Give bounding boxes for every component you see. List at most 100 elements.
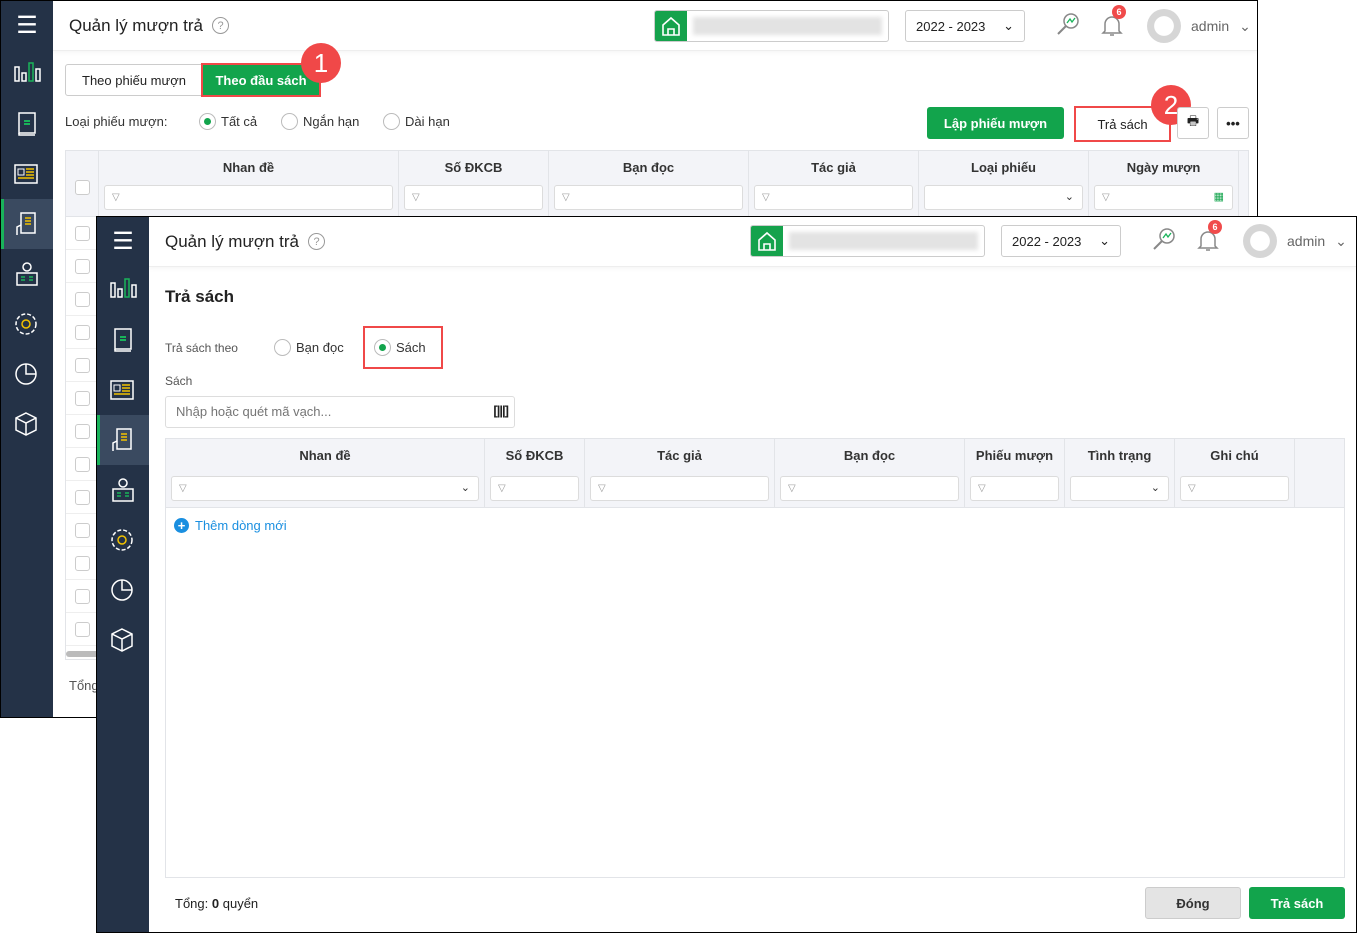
school-selector[interactable] — [750, 225, 985, 257]
filter-input[interactable]: ▽ — [1180, 476, 1289, 501]
calendar-icon[interactable]: ▦ — [1214, 186, 1224, 209]
year-select[interactable]: 2022 - 2023 ⌄ — [905, 10, 1025, 42]
barcode-field[interactable]: [|||] — [165, 396, 515, 428]
row-checkbox[interactable] — [75, 523, 90, 538]
row-checkbox[interactable] — [75, 589, 90, 604]
row-checkbox[interactable] — [75, 424, 90, 439]
return-mode-label: Trả sách theo — [165, 341, 238, 355]
menu-icon[interactable]: ☰ — [97, 217, 149, 265]
chart-icon — [14, 62, 41, 82]
sidebar-item-dashboard[interactable] — [97, 265, 149, 315]
gear-icon — [15, 313, 37, 335]
tab-by-slip[interactable]: Theo phiếu mượn — [65, 64, 203, 96]
add-row-label: Thêm dòng mới — [195, 518, 287, 533]
search-analytics-icon[interactable] — [1152, 227, 1178, 253]
row-checkbox[interactable] — [75, 259, 90, 274]
radio-button[interactable] — [199, 113, 216, 130]
filter-input[interactable]: ▽ — [754, 185, 913, 210]
help-icon[interactable]: ? — [212, 17, 230, 34]
sidebar-item-reports[interactable] — [97, 565, 149, 615]
filter-input[interactable]: ▽ ▦ — [1094, 185, 1233, 210]
radio-button[interactable] — [274, 339, 291, 356]
column-author: Tác giả ▽ — [749, 151, 919, 216]
row-checkbox[interactable] — [75, 358, 90, 373]
filter-select[interactable]: ▽ ⌄ — [171, 476, 479, 501]
row-checkbox[interactable] — [75, 292, 90, 307]
radio-button[interactable] — [374, 339, 391, 356]
column-registration-number: Số ĐKCB ▽ — [399, 151, 549, 216]
menu-icon[interactable]: ☰ — [1, 1, 53, 49]
barcode-input[interactable] — [176, 397, 476, 425]
chevron-down-icon: ⌄ — [460, 482, 470, 494]
row-checkbox[interactable] — [75, 490, 90, 505]
column-title: Nhan đề ▽ — [99, 151, 399, 216]
sidebar-item-readers[interactable] — [1, 249, 53, 299]
year-select[interactable]: 2022 - 2023 ⌄ — [1001, 225, 1121, 257]
barcode-scan-icon[interactable]: [|||] — [493, 403, 509, 418]
sidebar-item-lending[interactable] — [1, 199, 53, 249]
sidebar-item-periodicals[interactable] — [1, 149, 53, 199]
radio-label: Dài hạn — [405, 114, 450, 129]
filter-input[interactable]: ▽ — [490, 476, 579, 501]
sidebar-item-lending[interactable] — [97, 415, 149, 465]
sidebar-item-books[interactable] — [97, 315, 149, 365]
sidebar-item-dashboard[interactable] — [1, 49, 53, 99]
help-icon[interactable]: ? — [308, 233, 326, 250]
radio-by-book[interactable]: Sách — [374, 339, 426, 356]
filter-input[interactable]: ▽ — [780, 476, 959, 501]
sidebar-item-readers[interactable] — [97, 465, 149, 515]
row-checkbox[interactable] — [75, 457, 90, 472]
plus-icon: + — [174, 518, 189, 533]
row-checkbox[interactable] — [75, 556, 90, 571]
radio-button[interactable] — [383, 113, 400, 130]
chevron-down-icon: ⌄ — [1239, 17, 1251, 34]
radio-all[interactable]: Tất cả — [199, 113, 257, 130]
total-count: 0 — [211, 896, 220, 911]
user-menu[interactable]: admin ⌄ — [1147, 9, 1251, 43]
notification-button[interactable]: 6 — [1196, 220, 1222, 255]
submit-return-button[interactable]: Trả sách — [1249, 887, 1345, 919]
radio-label: Sách — [396, 340, 426, 355]
sidebar-item-reports[interactable] — [1, 349, 53, 399]
notification-button[interactable]: 6 — [1100, 5, 1126, 40]
row-checkbox[interactable] — [75, 226, 90, 241]
table-header: Nhan đề ▽ Số ĐKCB ▽ Bạn đọc ▽ Tác giả ▽ Loại… — [66, 151, 1248, 217]
search-analytics-icon[interactable] — [1056, 12, 1082, 38]
select-all-checkbox[interactable] — [75, 180, 90, 195]
create-loan-button[interactable]: Lập phiếu mượn — [927, 107, 1064, 139]
radio-short-term[interactable]: Ngắn hạn — [281, 113, 359, 130]
radio-button[interactable] — [281, 113, 298, 130]
reader-icon — [16, 262, 38, 286]
sidebar-item-inventory[interactable] — [97, 615, 149, 665]
sidebar-item-settings[interactable] — [1, 299, 53, 349]
filter-select[interactable]: ⌄ — [924, 185, 1083, 210]
filter-input[interactable]: ▽ — [970, 476, 1059, 501]
add-row-button[interactable]: + Thêm dòng mới — [174, 518, 287, 533]
filter-input[interactable]: ▽ — [404, 185, 543, 210]
gear-icon — [111, 529, 133, 551]
user-menu[interactable]: admin ⌄ — [1243, 224, 1347, 258]
school-selector[interactable] — [654, 10, 889, 42]
column-status: Tình trạng ⌄ — [1065, 439, 1175, 507]
filter-input[interactable]: ▽ — [104, 185, 393, 210]
column-borrow-date: Ngày mượn ▽ ▦ — [1089, 151, 1239, 216]
sidebar-item-periodicals[interactable] — [97, 365, 149, 415]
more-button[interactable]: ••• — [1217, 107, 1249, 139]
sidebar-item-inventory[interactable] — [1, 399, 53, 449]
column-caption: Tình trạng — [1087, 448, 1152, 463]
sidebar-item-settings[interactable] — [97, 515, 149, 565]
callout-1: 1 — [301, 43, 341, 83]
row-checkbox[interactable] — [75, 391, 90, 406]
row-checkbox[interactable] — [75, 325, 90, 340]
sidebar-item-books[interactable] — [1, 99, 53, 149]
radio-long-term[interactable]: Dài hạn — [383, 113, 450, 130]
column-caption: Tác giả — [657, 448, 702, 463]
close-button[interactable]: Đóng — [1145, 887, 1241, 919]
filter-select[interactable]: ⌄ — [1070, 476, 1169, 501]
row-checkbox[interactable] — [75, 622, 90, 637]
filter-input[interactable]: ▽ — [590, 476, 769, 501]
radio-by-reader[interactable]: Bạn đọc — [274, 339, 344, 356]
print-button[interactable]: 🖶 — [1177, 107, 1209, 139]
column-author: Tác giả ▽ — [585, 439, 775, 507]
filter-input[interactable]: ▽ — [554, 185, 743, 210]
